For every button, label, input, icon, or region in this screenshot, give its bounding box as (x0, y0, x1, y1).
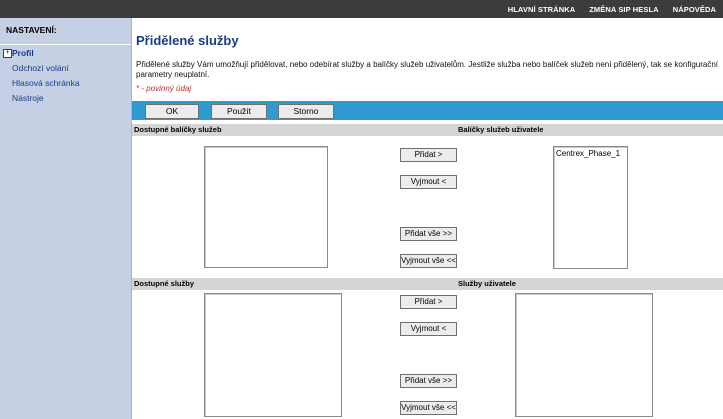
main-content: Přidělené služby Přidělené služby Vám um… (132, 18, 723, 419)
available-services-list[interactable] (204, 293, 342, 417)
remove-all-services-button[interactable]: Vyjmout vše << (400, 401, 457, 415)
sidebar-item-label: Hlasová schránka (12, 78, 80, 88)
top-bar: HLAVNÍ STRÁNKA ZMĚNA SIP HESLA NÁPOVĚDA (0, 0, 723, 18)
sidebar-item-profile[interactable]: + Profil (0, 46, 131, 61)
available-services-header: Dostupné služby (132, 278, 401, 290)
sidebar-menu: + Profil Odchozí volání Hlasová schránka… (0, 46, 131, 106)
user-services-header: Služby uživatele (400, 278, 723, 290)
home-link[interactable]: HLAVNÍ STRÁNKA (501, 5, 583, 14)
user-packages-header: Balíčky služeb uživatele (400, 124, 723, 136)
available-packages-list[interactable] (204, 146, 328, 268)
cancel-button[interactable]: Storno (278, 104, 334, 119)
page-title: Přidělené služby (136, 33, 239, 48)
help-link[interactable]: NÁPOVĚDA (666, 5, 723, 14)
ok-button[interactable]: OK (145, 104, 199, 119)
remove-package-button[interactable]: Vyjmout < (400, 175, 457, 189)
sidebar-item-voicemail[interactable]: Hlasová schránka (0, 76, 131, 91)
top-navigation: HLAVNÍ STRÁNKA ZMĚNA SIP HESLA NÁPOVĚDA (501, 0, 723, 18)
apply-button[interactable]: Použít (211, 104, 267, 119)
sidebar-item-outgoing-calls[interactable]: Odchozí volání (0, 61, 131, 76)
page-description: Přidělené služby Vám umožňují přidělovat… (136, 60, 718, 79)
sidebar-item-label: Nástroje (12, 93, 44, 103)
remove-all-packages-button[interactable]: Vyjmout vše << (400, 254, 457, 268)
remove-service-button[interactable]: Vyjmout < (400, 322, 457, 336)
sidebar-item-label: Profil (12, 48, 34, 58)
list-item[interactable]: Centrex_Phase_1 (554, 147, 627, 160)
add-service-button[interactable]: Přidat > (400, 295, 457, 309)
change-sip-password-link[interactable]: ZMĚNA SIP HESLA (582, 5, 665, 14)
add-all-services-button[interactable]: Přidat vše >> (400, 374, 457, 388)
available-packages-header: Dostupné balíčky služeb (132, 124, 401, 136)
add-package-button[interactable]: Přidat > (400, 148, 457, 162)
expand-plus-icon: + (3, 49, 12, 58)
action-button-bar: OK Použít Storno (132, 101, 723, 120)
user-services-list[interactable] (515, 293, 653, 417)
sidebar-item-tools[interactable]: Nástroje (0, 91, 131, 106)
sidebar-heading: NASTAVENÍ: (6, 25, 57, 35)
sidebar-item-label: Odchozí volání (12, 63, 69, 73)
required-field-note: * - povinný údaj (136, 84, 192, 93)
sidebar-divider (0, 44, 131, 45)
sidebar: NASTAVENÍ: + Profil Odchozí volání Hlaso… (0, 18, 132, 419)
add-all-packages-button[interactable]: Přidat vše >> (400, 227, 457, 241)
user-packages-list[interactable]: Centrex_Phase_1 (553, 146, 628, 269)
